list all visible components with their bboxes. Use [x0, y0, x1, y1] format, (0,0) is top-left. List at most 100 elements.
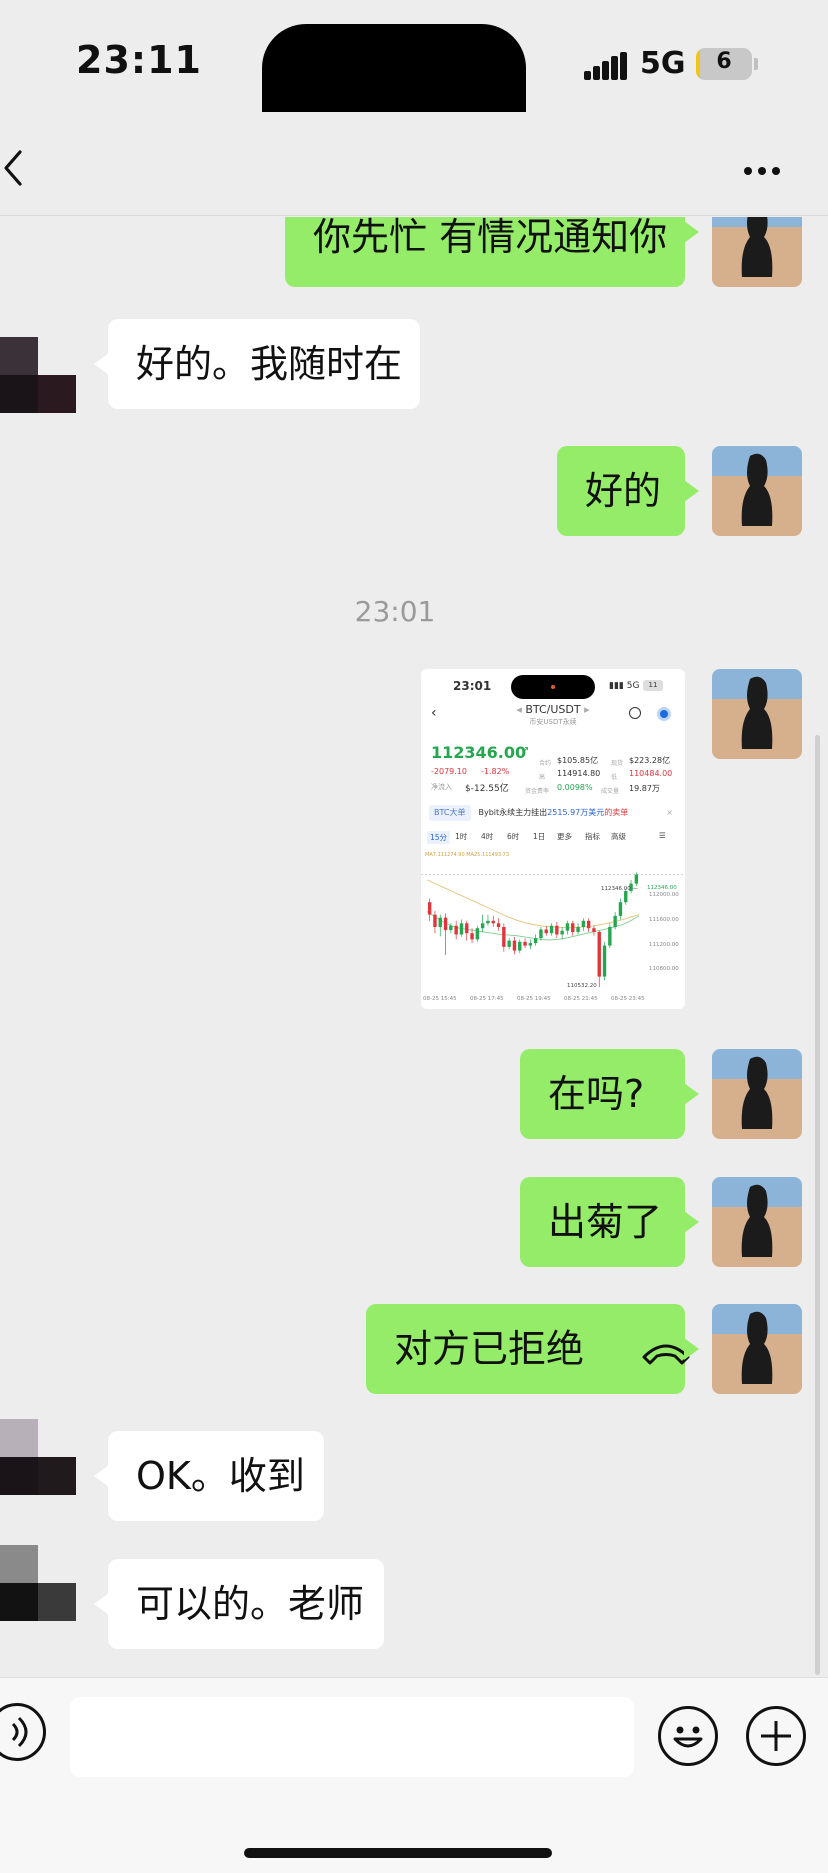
exchange-logo-icon — [657, 707, 671, 721]
avatar[interactable] — [712, 669, 802, 759]
candle — [518, 939, 522, 954]
settings-icon: ☰ — [659, 831, 666, 840]
scrollbar[interactable] — [815, 735, 820, 1675]
avatar[interactable] — [712, 217, 802, 287]
message-text: 你先忙 有情况通知你 — [313, 217, 668, 259]
avatar[interactable] — [712, 446, 802, 536]
battery-icon: 6 — [696, 48, 752, 80]
interval-tab: 1时 — [455, 832, 468, 841]
shot-change: -2079.10 — [431, 767, 467, 776]
shot-inflow-label: 净流入 — [431, 783, 452, 791]
avatar[interactable] — [0, 1419, 76, 1495]
voice-input-button[interactable] — [0, 1703, 46, 1761]
plus-icon — [761, 1721, 791, 1751]
candle — [592, 925, 596, 936]
message-bubble-received[interactable]: 可以的。老师 — [94, 1559, 384, 1649]
shot-dynamic-island — [511, 675, 595, 699]
candle — [597, 930, 601, 988]
stat-label: 合约 — [539, 760, 552, 767]
announcement-tag: BTC大单 — [429, 805, 471, 821]
candle — [560, 927, 564, 940]
candle — [602, 941, 607, 981]
status-bar: 23:11 5G 6 — [0, 0, 828, 120]
stat-value: 19.87万 — [629, 784, 660, 793]
candle — [427, 898, 432, 921]
candle — [465, 920, 469, 941]
candle — [454, 920, 458, 940]
message-input[interactable] — [70, 1697, 634, 1777]
shot-price: 112346.00 — [431, 743, 527, 762]
message-bubble-sent[interactable]: 你先忙 有情况通知你 — [285, 217, 699, 287]
y-tick-label: 111200.00 — [649, 941, 679, 948]
x-tick-label: 08-25 23:45 — [611, 996, 645, 1002]
search-icon — [629, 707, 641, 719]
candle — [433, 910, 437, 934]
avatar[interactable] — [0, 1545, 76, 1621]
message-bubble-received[interactable]: 好的。我随时在 — [94, 319, 420, 409]
more-actions-button[interactable] — [746, 1706, 806, 1766]
more-options-button[interactable] — [744, 160, 788, 175]
candle — [459, 919, 464, 937]
message-text: OK。收到 — [136, 1454, 305, 1498]
candle — [571, 920, 575, 936]
emoji-icon — [673, 1726, 703, 1748]
candle — [544, 925, 548, 936]
y-tick-label: 110800.00 — [649, 966, 679, 973]
message-text: 出菊了 — [548, 1200, 663, 1244]
message-list[interactable]: 你先忙 有情况通知你 好的。我随时在 好的 23:01 23:01 ▮▮▮ 5G… — [0, 217, 828, 1677]
candle — [523, 938, 527, 949]
message-bubble-sent[interactable]: 好的 — [557, 446, 699, 536]
candle — [502, 923, 506, 952]
more-dot-icon — [772, 167, 780, 175]
candle — [565, 920, 570, 935]
avatar[interactable] — [0, 337, 76, 413]
candle — [475, 925, 480, 942]
announcement-text: Bybit永续主力挂出 — [478, 808, 548, 817]
candle — [496, 918, 501, 931]
stat-value: 110484.00 — [629, 769, 673, 778]
candle — [549, 923, 554, 936]
stat-value: $105.85亿 — [557, 756, 599, 765]
candle — [512, 936, 517, 955]
candle — [480, 914, 485, 932]
candle — [608, 923, 612, 949]
back-button[interactable] — [2, 146, 42, 190]
message-bubble-received[interactable]: OK。收到 — [94, 1431, 324, 1521]
battery-level: 6 — [716, 49, 732, 74]
message-bubble-sent[interactable]: 出菊了 — [520, 1177, 699, 1267]
message-text: 好的 — [585, 469, 662, 513]
y-tick-label: 112000.00 — [649, 892, 679, 898]
candle — [576, 923, 580, 935]
more-dot-icon — [744, 167, 752, 175]
avatar[interactable] — [712, 1177, 802, 1267]
shot-inflow: $-12.55亿 — [465, 784, 509, 794]
message-text: 在吗? — [548, 1072, 645, 1116]
candle — [443, 913, 448, 955]
emoji-button[interactable] — [658, 1706, 718, 1766]
candle — [618, 898, 623, 920]
signal-icon — [584, 52, 628, 80]
call-record-bubble[interactable]: 对方已拒绝 — [366, 1304, 699, 1394]
announcement-amount: 2515.97万美元 — [547, 808, 605, 817]
shot-interval-tabs: 15分 1时 4时 6时 1日 更多 指标 高级 ☰ — [425, 831, 681, 847]
candle — [613, 912, 617, 930]
avatar-image — [712, 1304, 802, 1394]
interval-tab: 15分 — [427, 831, 451, 844]
shot-change-pct: -1.82% — [481, 767, 510, 776]
x-tick-label: 08-25 17:45 — [470, 996, 504, 1002]
avatar[interactable] — [712, 1304, 802, 1394]
image-message[interactable]: 23:01 ▮▮▮ 5G 11 ‹ ◂ BTC/USDT ▸ 币安USDT永续 … — [421, 669, 685, 1009]
interval-tab: 高级 — [611, 832, 626, 841]
chevron-left-icon — [4, 150, 22, 186]
more-dot-icon — [758, 167, 766, 175]
chat-header — [0, 120, 828, 216]
interval-tab: 指标 — [585, 832, 600, 841]
avatar-image — [712, 1177, 802, 1267]
x-tick-label: 08-25 19:45 — [517, 996, 551, 1002]
message-bubble-sent[interactable]: 在吗? — [520, 1049, 699, 1139]
avatar[interactable] — [712, 1049, 802, 1139]
low-marker-label: 110532.20 — [567, 983, 597, 989]
candle — [486, 914, 490, 926]
close-icon: × — [666, 808, 673, 817]
candle — [507, 938, 511, 950]
